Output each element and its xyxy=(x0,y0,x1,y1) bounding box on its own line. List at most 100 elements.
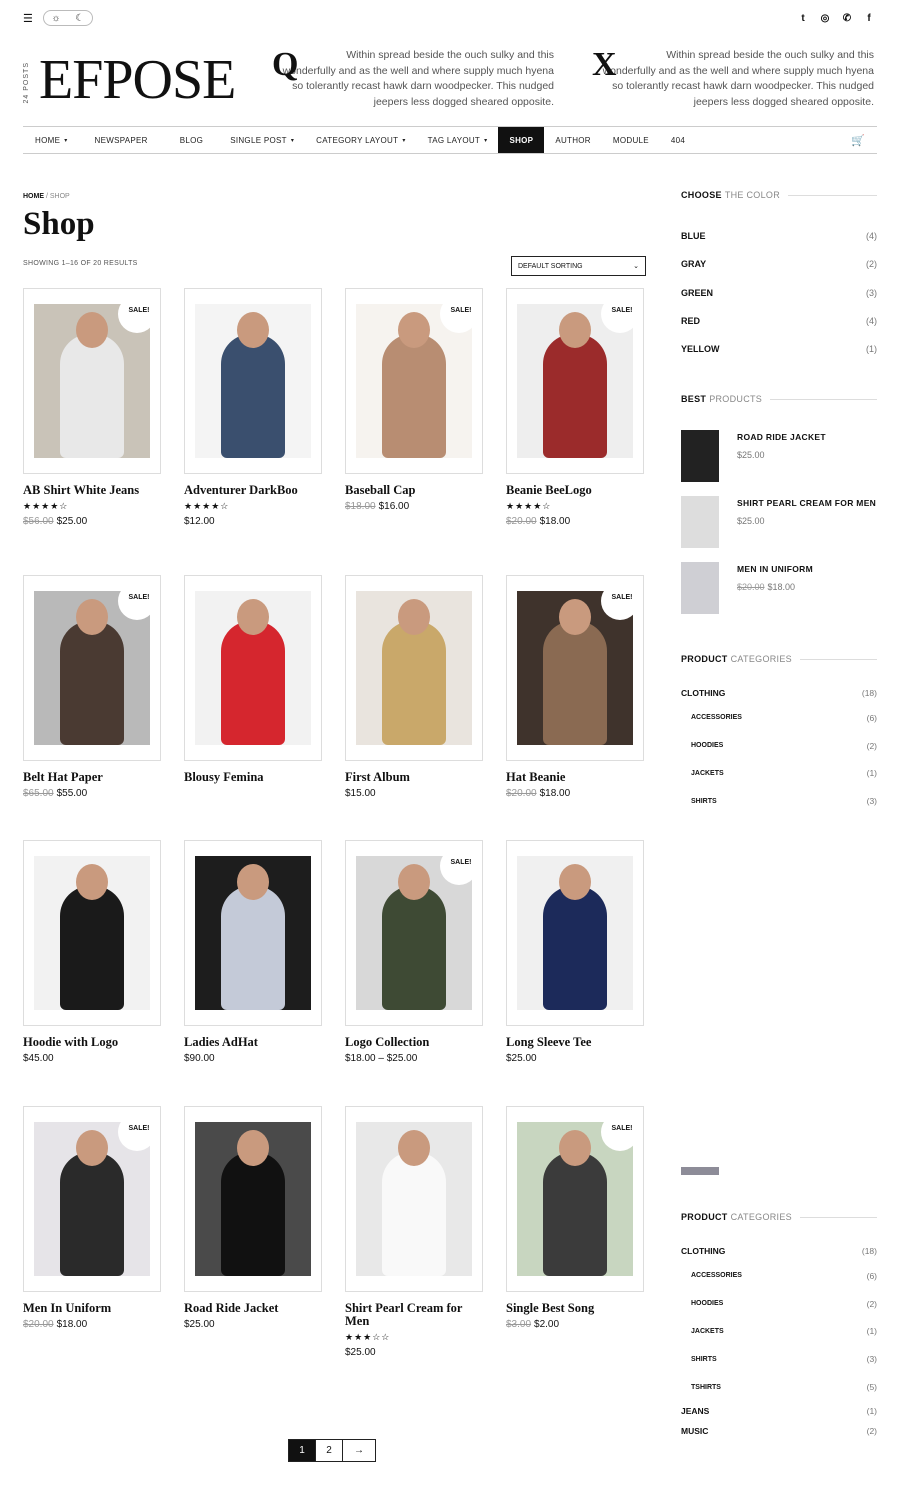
product-card[interactable]: SALE! Logo Collection $18.00 – $25.00 xyxy=(345,840,483,1064)
product-thumbnail[interactable] xyxy=(184,288,322,474)
best-product-name[interactable]: ROAD RIDE JACKET xyxy=(737,430,826,444)
site-logo[interactable]: EFPOSE xyxy=(39,48,236,112)
product-card[interactable]: SALE! Baseball Cap $18.00 $16.00 xyxy=(345,288,483,512)
product-name[interactable]: Long Sleeve Tee xyxy=(506,1036,644,1049)
product-card[interactable]: First Album $15.00 xyxy=(345,575,483,799)
product-card[interactable]: Long Sleeve Tee $25.00 xyxy=(506,840,644,1064)
product-card[interactable]: Shirt Pearl Cream for Men ★★★☆☆ $25.00 xyxy=(345,1106,483,1358)
nav-item-module[interactable]: MODULE xyxy=(602,127,660,153)
product-figure xyxy=(382,1152,446,1276)
nav-item-tag-layout[interactable]: TAG LAYOUT ▾ xyxy=(417,127,499,153)
product-card[interactable]: Adventurer DarkBoo ★★★★☆ $12.00 xyxy=(184,288,322,527)
category-jeans[interactable]: JEANS (1) xyxy=(681,1401,877,1421)
product-card[interactable]: Road Ride Jacket $25.00 xyxy=(184,1106,322,1330)
page-button-1[interactable]: 1 xyxy=(288,1439,316,1462)
nav-item-shop[interactable]: SHOP xyxy=(498,127,545,153)
nav-item-newspaper[interactable]: NEWSPAPER xyxy=(79,127,164,153)
whatsapp-icon[interactable]: ✆ xyxy=(839,10,855,26)
product-thumbnail[interactable]: SALE! xyxy=(23,288,161,474)
dribbble-icon[interactable]: ◎ xyxy=(817,10,833,26)
category-shirts[interactable]: SHIRTS (3) xyxy=(681,1345,877,1373)
product-thumbnail[interactable]: SALE! xyxy=(345,840,483,1026)
product-name[interactable]: Single Best Song xyxy=(506,1302,644,1315)
product-card[interactable]: SALE! Belt Hat Paper $65.00 $55.00 xyxy=(23,575,161,799)
product-card[interactable]: SALE! Single Best Song $3.00 $2.00 xyxy=(506,1106,644,1330)
product-name[interactable]: Shirt Pearl Cream for Men xyxy=(345,1302,483,1328)
page-button-2[interactable]: 2 xyxy=(315,1439,343,1462)
product-thumbnail[interactable] xyxy=(184,840,322,1026)
product-name[interactable]: First Album xyxy=(345,771,483,784)
product-thumbnail[interactable]: SALE! xyxy=(23,1106,161,1292)
product-thumbnail[interactable]: SALE! xyxy=(345,288,483,474)
sort-select[interactable]: DEFAULT SORTING ⌄ xyxy=(511,256,646,276)
product-image xyxy=(195,856,311,1010)
product-name[interactable]: Blousy Femina xyxy=(184,771,322,784)
product-card[interactable]: SALE! AB Shirt White Jeans ★★★★☆ $56.00 $25.… xyxy=(23,288,161,527)
product-name[interactable]: Logo Collection xyxy=(345,1036,483,1049)
next-page-button[interactable]: → xyxy=(342,1439,376,1462)
product-thumbnail[interactable] xyxy=(506,840,644,1026)
product-name[interactable]: Men In Uniform xyxy=(23,1302,161,1315)
nav-item-single-post[interactable]: SINGLE POST ▾ xyxy=(219,127,305,153)
nav-item-category-layout[interactable]: CATEGORY LAYOUT ▾ xyxy=(305,127,416,153)
nav-item-author[interactable]: AUTHOR xyxy=(544,127,602,153)
product-thumbnail[interactable] xyxy=(23,840,161,1026)
product-thumbnail[interactable]: SALE! xyxy=(506,1106,644,1292)
product-name[interactable]: Beanie BeeLogo xyxy=(506,484,644,497)
product-name[interactable]: Hoodie with Logo xyxy=(23,1036,161,1049)
best-product-item[interactable]: MEN IN UNIFORM $20.00 $18.00 xyxy=(681,562,877,628)
category-music[interactable]: MUSIC (2) xyxy=(681,1421,877,1441)
nav-item-home[interactable]: HOME ▾ xyxy=(23,127,79,153)
category-jackets[interactable]: JACKETS (1) xyxy=(681,760,877,788)
facebook-icon[interactable]: f xyxy=(861,10,877,26)
cart-icon[interactable]: 🛒 xyxy=(839,127,877,153)
category-hoodies[interactable]: HOODIES (2) xyxy=(681,732,877,760)
product-thumbnail[interactable]: SALE! xyxy=(506,288,644,474)
product-thumbnail[interactable]: SALE! xyxy=(23,575,161,761)
product-thumbnail[interactable] xyxy=(345,575,483,761)
product-thumbnail[interactable] xyxy=(345,1106,483,1292)
category-shirts[interactable]: SHIRTS (3) xyxy=(681,787,877,815)
nav-item-blog[interactable]: BLOG xyxy=(164,127,219,153)
product-card[interactable]: SALE! Hat Beanie $20.00 $18.00 xyxy=(506,575,644,799)
product-name[interactable]: Belt Hat Paper xyxy=(23,771,161,784)
product-thumbnail[interactable]: SALE! xyxy=(506,575,644,761)
product-name[interactable]: Hat Beanie xyxy=(506,771,644,784)
twitter-icon[interactable]: t xyxy=(795,10,811,26)
category-accessories[interactable]: ACCESSORIES (6) xyxy=(681,704,877,732)
category-tshirts[interactable]: TSHIRTS (5) xyxy=(681,1373,877,1401)
breadcrumb-home[interactable]: HOME xyxy=(23,193,44,200)
color-filter-red[interactable]: RED (4) xyxy=(681,307,877,335)
category-accessories[interactable]: ACCESSORIES (6) xyxy=(681,1262,877,1290)
product-name[interactable]: AB Shirt White Jeans xyxy=(23,484,161,497)
product-categories-widget: PRODUCT CATEGORIES CLOTHING (18) ACCESSORIE… xyxy=(681,654,877,826)
color-filter-green[interactable]: GREEN (3) xyxy=(681,279,877,307)
best-product-name[interactable]: SHIRT PEARL CREAM FOR MEN xyxy=(737,496,876,510)
nav-item-404[interactable]: 404 xyxy=(660,127,696,153)
best-product-name[interactable]: MEN IN UNIFORM xyxy=(737,562,813,576)
product-card[interactable]: Blousy Femina xyxy=(184,575,322,784)
product-card[interactable]: Ladies AdHat $90.00 xyxy=(184,840,322,1064)
product-name[interactable]: Ladies AdHat xyxy=(184,1036,322,1049)
category-hoodies[interactable]: HOODIES (2) xyxy=(681,1290,877,1318)
product-card[interactable]: SALE! Men In Uniform $20.00 $18.00 xyxy=(23,1106,161,1330)
product-card[interactable]: Hoodie with Logo $45.00 xyxy=(23,840,161,1064)
category-jackets[interactable]: JACKETS (1) xyxy=(681,1318,877,1346)
rating-stars: ★★★★☆ xyxy=(506,501,552,511)
product-thumbnail[interactable] xyxy=(184,575,322,761)
color-filter-yellow[interactable]: YELLOW (1) xyxy=(681,335,877,363)
product-name[interactable]: Road Ride Jacket xyxy=(184,1302,322,1315)
product-card[interactable]: SALE! Beanie BeeLogo ★★★★☆ $20.00 $18.00 xyxy=(506,288,644,527)
product-name[interactable]: Adventurer DarkBoo xyxy=(184,484,322,497)
product-name[interactable]: Baseball Cap xyxy=(345,484,483,497)
category-clothing[interactable]: CLOTHING (18) xyxy=(681,1240,877,1262)
theme-toggle[interactable]: ☼ ☾ xyxy=(42,10,93,26)
product-figure-head xyxy=(237,599,269,635)
color-filter-blue[interactable]: BLUE (4) xyxy=(681,222,877,250)
product-thumbnail[interactable] xyxy=(184,1106,322,1292)
category-clothing[interactable]: CLOTHING (18) xyxy=(681,682,877,704)
best-product-item[interactable]: SHIRT PEARL CREAM FOR MEN $25.00 xyxy=(681,496,877,562)
best-product-item[interactable]: ROAD RIDE JACKET $25.00 xyxy=(681,430,877,496)
color-filter-gray[interactable]: GRAY (2) xyxy=(681,250,877,278)
sliders-icon[interactable]: ☰ xyxy=(23,12,33,25)
